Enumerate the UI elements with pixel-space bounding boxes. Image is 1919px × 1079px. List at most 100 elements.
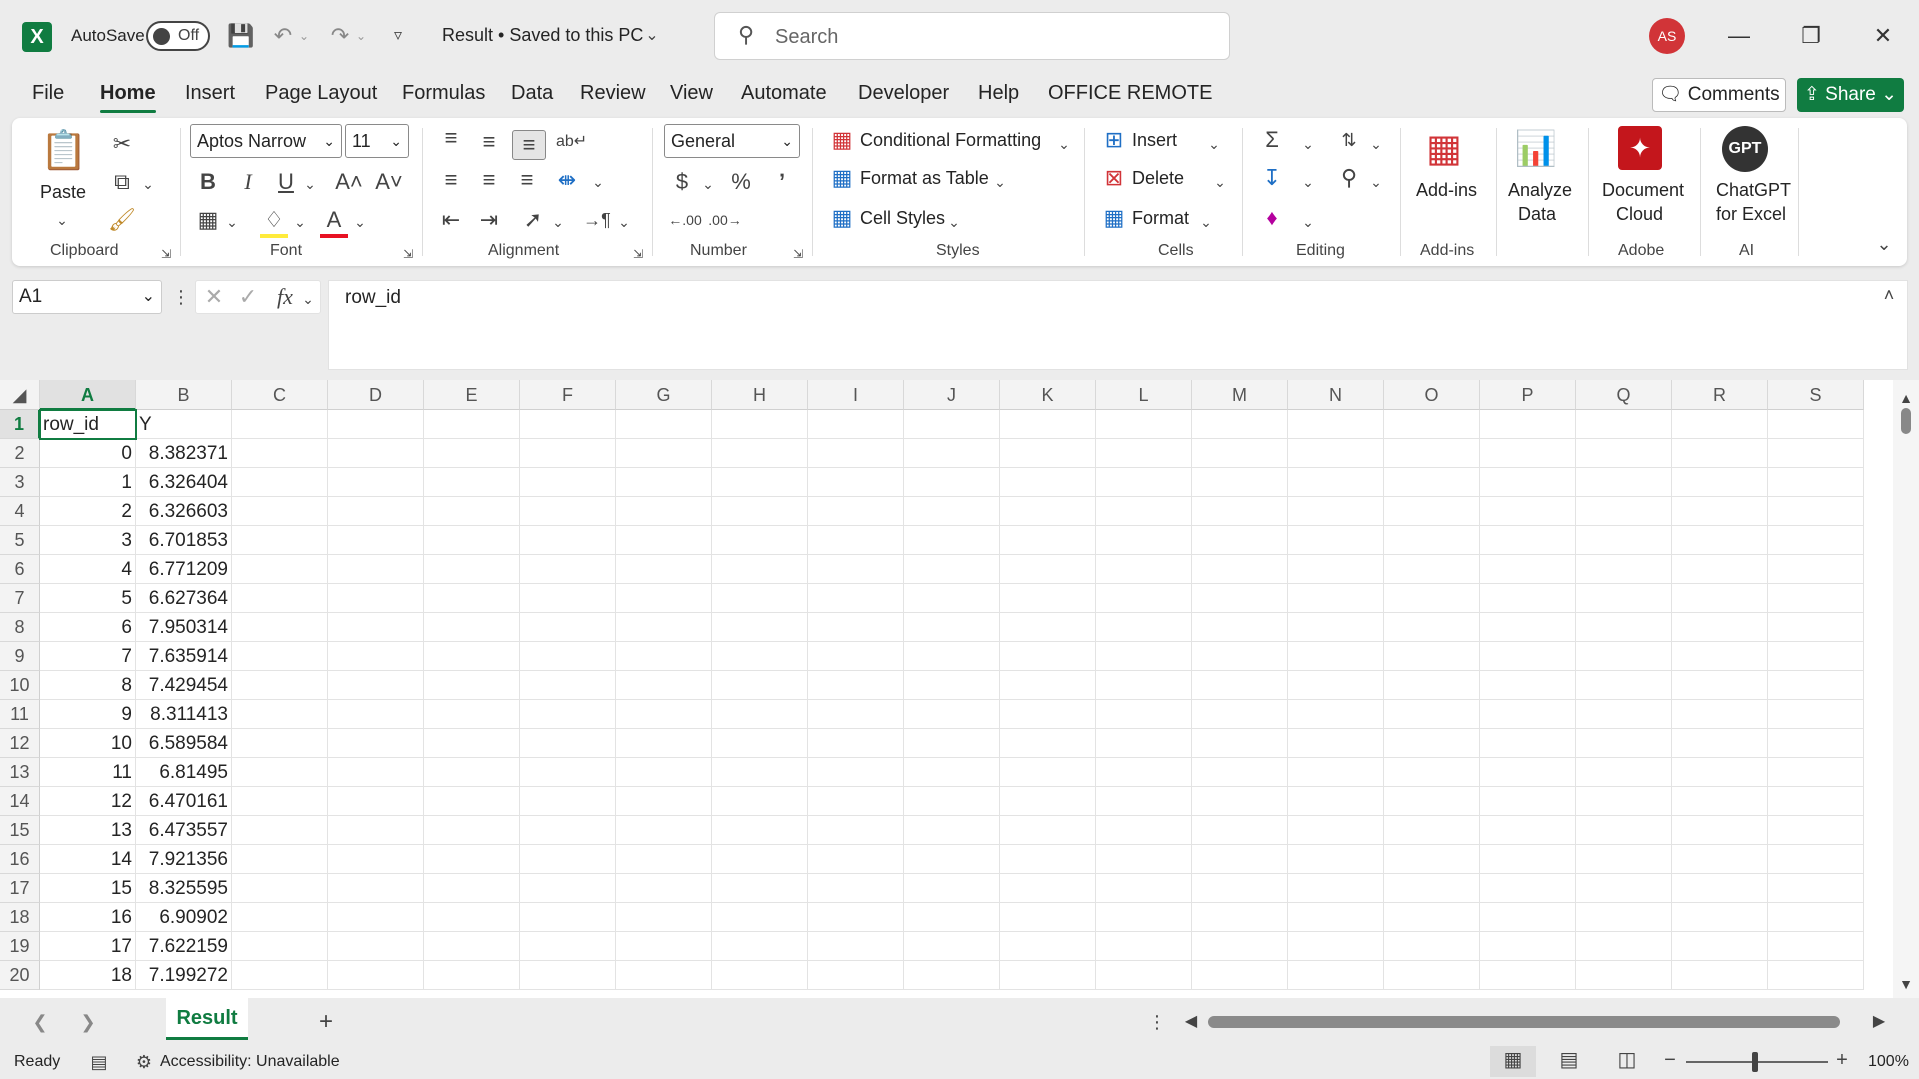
table-cell[interactable]: [1480, 845, 1576, 874]
table-cell[interactable]: [1192, 961, 1288, 990]
title-chevron-down-icon[interactable]: ⌄: [640, 22, 664, 50]
table-cell[interactable]: [904, 642, 1000, 671]
table-cell[interactable]: [904, 526, 1000, 555]
table-cell[interactable]: [232, 758, 328, 787]
merge-dropdown-icon[interactable]: ⌄: [590, 168, 606, 196]
table-cell[interactable]: [1480, 671, 1576, 700]
accessibility-icon[interactable]: ⚙: [132, 1048, 156, 1076]
table-cell[interactable]: 7.429454: [136, 671, 232, 700]
copy-icon[interactable]: ⧉: [108, 168, 136, 196]
table-cell[interactable]: [424, 758, 520, 787]
tab-home[interactable]: Home: [100, 82, 156, 113]
table-cell[interactable]: [1768, 642, 1864, 671]
find-select-dropdown-icon[interactable]: ⌄: [1368, 168, 1384, 196]
borders-dropdown-icon[interactable]: ⌄: [224, 208, 240, 236]
table-cell[interactable]: [1000, 845, 1096, 874]
table-cell[interactable]: [616, 758, 712, 787]
font-size-combo[interactable]: 11 ⌄: [345, 124, 409, 158]
underline-dropdown-icon[interactable]: ⌄: [302, 170, 318, 198]
table-cell[interactable]: [1192, 700, 1288, 729]
column-header-r[interactable]: R: [1672, 380, 1768, 410]
table-cell[interactable]: [1672, 874, 1768, 903]
font-name-combo[interactable]: Aptos Narrow ⌄: [190, 124, 342, 158]
autosave-toggle[interactable]: Off: [146, 21, 210, 51]
formula-bar-collapse-icon[interactable]: ˄: [1877, 281, 1901, 309]
table-cell[interactable]: [232, 526, 328, 555]
table-cell[interactable]: [1672, 961, 1768, 990]
table-cell[interactable]: [232, 961, 328, 990]
table-cell[interactable]: [1192, 874, 1288, 903]
table-cell[interactable]: [1480, 613, 1576, 642]
column-header-g[interactable]: G: [616, 380, 712, 410]
sheet-tab-result[interactable]: Result: [166, 998, 248, 1040]
table-cell[interactable]: [712, 526, 808, 555]
table-cell[interactable]: [1576, 961, 1672, 990]
table-cell[interactable]: [712, 758, 808, 787]
table-cell[interactable]: [1576, 671, 1672, 700]
cut-icon[interactable]: ✂: [108, 130, 136, 158]
table-cell[interactable]: [520, 758, 616, 787]
table-cell[interactable]: [712, 932, 808, 961]
table-cell[interactable]: [904, 410, 1000, 439]
table-cell[interactable]: [232, 584, 328, 613]
table-cell[interactable]: [1672, 671, 1768, 700]
orientation-icon[interactable]: ➚: [518, 206, 548, 234]
table-cell[interactable]: [1576, 584, 1672, 613]
table-cell[interactable]: [616, 903, 712, 932]
table-cell[interactable]: [232, 497, 328, 526]
table-cell[interactable]: [1576, 555, 1672, 584]
table-cell[interactable]: [328, 526, 424, 555]
tab-developer[interactable]: Developer: [858, 82, 949, 105]
table-cell[interactable]: [1096, 903, 1192, 932]
table-cell[interactable]: [1384, 497, 1480, 526]
column-header-f[interactable]: F: [520, 380, 616, 410]
table-cell[interactable]: 9: [40, 700, 136, 729]
shrink-font-icon[interactable]: A˅: [374, 168, 404, 196]
table-cell[interactable]: [808, 845, 904, 874]
underline-icon[interactable]: U: [272, 168, 300, 196]
table-cell[interactable]: [520, 497, 616, 526]
table-cell[interactable]: [1384, 555, 1480, 584]
table-cell[interactable]: [904, 932, 1000, 961]
table-cell[interactable]: [1384, 671, 1480, 700]
customize-toolbar-icon[interactable]: ▿: [386, 22, 410, 50]
table-cell[interactable]: [232, 555, 328, 584]
table-cell[interactable]: [1576, 903, 1672, 932]
row-header[interactable]: 17: [0, 874, 40, 903]
table-cell[interactable]: [1672, 584, 1768, 613]
table-cell[interactable]: [1384, 584, 1480, 613]
table-cell[interactable]: [808, 903, 904, 932]
table-cell[interactable]: [1672, 468, 1768, 497]
column-header-i[interactable]: I: [808, 380, 904, 410]
table-cell[interactable]: [808, 787, 904, 816]
table-cell[interactable]: [1672, 555, 1768, 584]
tab-formulas[interactable]: Formulas: [402, 82, 485, 105]
table-cell[interactable]: [1480, 729, 1576, 758]
table-cell[interactable]: [232, 700, 328, 729]
table-cell[interactable]: [1480, 497, 1576, 526]
table-cell[interactable]: [1576, 729, 1672, 758]
comments-button[interactable]: 🗨 Comments: [1652, 78, 1786, 112]
table-cell[interactable]: [712, 584, 808, 613]
table-cell[interactable]: 4: [40, 555, 136, 584]
table-cell[interactable]: 6.771209: [136, 555, 232, 584]
table-cell[interactable]: [1000, 903, 1096, 932]
table-cell[interactable]: [1576, 932, 1672, 961]
insert-cells-chevron-icon[interactable]: ⌄: [1206, 130, 1222, 158]
table-cell[interactable]: [1000, 410, 1096, 439]
table-cell[interactable]: [328, 555, 424, 584]
table-cell[interactable]: [1384, 758, 1480, 787]
format-cells-icon[interactable]: ▦: [1100, 204, 1128, 232]
column-header-a[interactable]: A: [40, 380, 136, 410]
table-cell[interactable]: [328, 787, 424, 816]
table-cell[interactable]: [1288, 961, 1384, 990]
table-cell[interactable]: [232, 410, 328, 439]
table-cell[interactable]: [808, 526, 904, 555]
table-cell[interactable]: [232, 816, 328, 845]
table-cell[interactable]: 10: [40, 729, 136, 758]
table-cell[interactable]: [520, 787, 616, 816]
table-cell[interactable]: 5: [40, 584, 136, 613]
insert-function-icon[interactable]: fx: [272, 283, 298, 311]
table-cell[interactable]: [808, 932, 904, 961]
table-cell[interactable]: [616, 584, 712, 613]
